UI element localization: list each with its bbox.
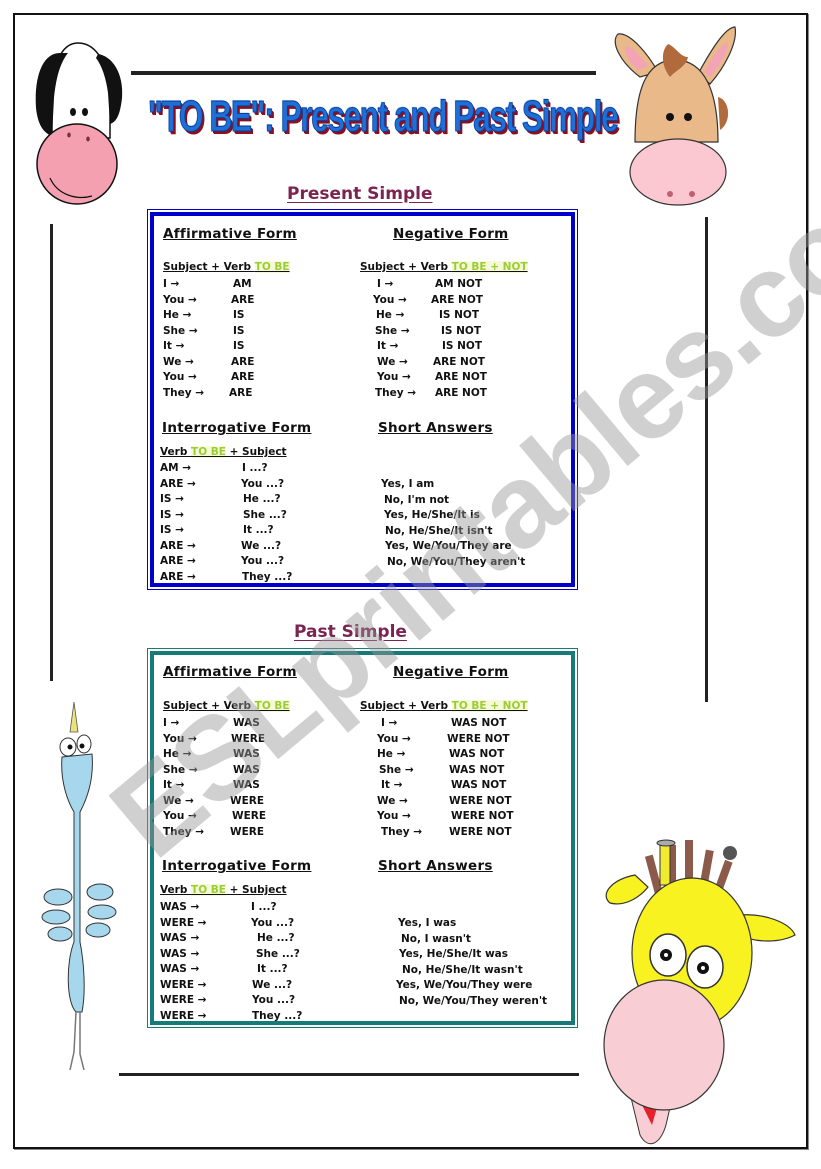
donkey-icon <box>614 26 737 206</box>
short-answers-header: Short Answers <box>378 420 493 436</box>
table-row: IS → She ...? <box>160 508 287 521</box>
table-row: They → ARE <box>163 386 253 399</box>
table-row: WAS → She ...? <box>160 947 300 960</box>
present-simple-box: Affirmative Form Subject + Verb TO BE I … <box>147 209 578 590</box>
table-row: I → AM NOT <box>377 278 483 290</box>
left-rule <box>50 224 53 681</box>
table-row: She → WAS NOT <box>379 763 505 776</box>
table-row: They → ARE NOT <box>375 386 487 399</box>
negative-formula: Subject + Verb TO BE + NOT <box>360 700 528 712</box>
affirmative-table: I → AM You → ARE He → IS She → IS It → IS We … <box>163 277 303 401</box>
table-row: It → IS <box>163 340 245 352</box>
page-title: "TO BE": Present and Past Simple <box>148 92 619 142</box>
table-row: You → WERE NOT <box>377 732 510 745</box>
interrogative-header: Interrogative Form <box>162 420 312 436</box>
past-simple-box: Affirmative Form Subject + Verb TO BE I … <box>147 648 578 1028</box>
list-item: Yes, He/She/It is <box>384 509 480 521</box>
interrogative-table: AM → I ...? ARE → You ...? IS → He ...? IS … <box>160 461 320 585</box>
table-row: You → ARE NOT <box>377 371 487 383</box>
short-answers-list: Yes, I was No, I wasn't Yes, He/She/It w… <box>396 916 547 1009</box>
interrogative-header: Interrogative Form <box>162 858 312 874</box>
table-row: You → WERE <box>163 732 266 745</box>
table-row: I → AM <box>163 278 252 290</box>
table-row: ARE → You ...? <box>160 477 285 490</box>
short-answers-list: Yes, I am No, I'm not Yes, He/She/It is … <box>381 477 525 570</box>
interrogative-table: WAS → I ...? WERE → You ...? WAS → He ...? … <box>160 900 330 1024</box>
table-row: It → WAS NOT <box>381 779 507 791</box>
affirmative-formula: Subject + Verb TO BE <box>163 261 290 273</box>
list-item: Yes, We/You/They were <box>396 979 533 991</box>
table-row: ARE → You ...? <box>160 555 285 567</box>
list-item: Yes, We/You/They are <box>385 540 512 552</box>
bottom-rule <box>119 1073 579 1076</box>
table-row: AM → I ...? <box>160 462 268 474</box>
cow-icon <box>35 42 123 205</box>
table-row: IS → He ...? <box>160 493 281 505</box>
table-row: You → ARE <box>163 371 255 383</box>
present-simple-title: Present Simple <box>287 184 433 204</box>
table-row: They → WERE <box>163 825 265 838</box>
table-row: He → WAS <box>163 748 260 760</box>
list-item: Yes, I was <box>398 917 457 929</box>
table-row: You → WERE <box>163 810 267 822</box>
affirmative-header: Affirmative Form <box>163 664 297 680</box>
table-row: He → IS <box>163 309 245 321</box>
table-row: IS → It ...? <box>160 524 274 536</box>
table-row: I → WAS <box>163 717 260 729</box>
table-row: I → WAS NOT <box>381 717 507 729</box>
table-row: She → IS <box>163 324 245 337</box>
list-item: No, I wasn't <box>401 932 471 945</box>
short-answers-header: Short Answers <box>378 858 493 874</box>
table-row: ARE → We ...? <box>160 539 282 552</box>
list-item: No, We/You/They aren't <box>387 555 526 568</box>
negative-table: I → WAS NOT You → WERE NOT He → WAS NOT She… <box>377 716 527 840</box>
list-item: No, He/She/It isn't <box>385 524 493 537</box>
table-row: WERE → You ...? <box>160 994 296 1006</box>
negative-header: Negative Form <box>393 664 509 680</box>
negative-formula: Subject + Verb TO BE + NOT <box>360 261 528 273</box>
table-row: WAS → I ...? <box>160 901 277 913</box>
list-item: Yes, I am <box>381 478 435 490</box>
giraffe-icon <box>603 839 796 1145</box>
list-item: No, I'm not <box>384 493 450 506</box>
list-item: No, We/You/They weren't <box>399 994 548 1007</box>
past-simple-title: Past Simple <box>294 622 407 642</box>
affirmative-formula: Subject + Verb TO BE <box>163 700 290 712</box>
table-row: She → WAS <box>163 763 260 776</box>
table-row: ARE → They ...? <box>160 570 293 583</box>
table-row: It → IS NOT <box>377 340 483 352</box>
interrogative-formula: Verb TO BE + Subject <box>160 446 287 458</box>
negative-table: I → AM NOT You → ARE NOT He → IS NOT She → I… <box>373 277 523 401</box>
list-item: Yes, He/She/It was <box>399 948 509 960</box>
bird-icon <box>41 702 117 1071</box>
right-rule <box>705 217 708 702</box>
table-row: WERE → We ...? <box>160 978 293 991</box>
affirmative-header: Affirmative Form <box>163 226 297 242</box>
table-row: He → IS NOT <box>376 309 480 321</box>
table-row: WERE → They ...? <box>160 1009 303 1022</box>
table-row: WAS → He ...? <box>160 932 295 944</box>
table-row: She → IS NOT <box>375 324 482 337</box>
interrogative-formula: Verb TO BE + Subject <box>160 884 287 896</box>
table-row: You → ARE <box>163 293 255 306</box>
table-row: We → ARE NOT <box>377 355 485 368</box>
table-row: We → WERE NOT <box>377 794 512 807</box>
top-rule <box>131 71 596 75</box>
table-row: WAS → It ...? <box>160 963 288 975</box>
table-row: We → WERE <box>163 794 265 807</box>
table-row: You → WERE NOT <box>377 810 514 822</box>
table-row: It → WAS <box>163 779 260 791</box>
table-row: He → WAS NOT <box>377 748 505 760</box>
list-item: No, He/She/It wasn't <box>402 963 523 976</box>
negative-header: Negative Form <box>393 226 509 242</box>
table-row: We → ARE <box>163 355 255 368</box>
table-row: You → ARE NOT <box>373 293 483 306</box>
table-row: WERE → You ...? <box>160 916 295 929</box>
affirmative-table: I → WAS You → WERE He → WAS She → WAS It → WA… <box>163 716 303 840</box>
table-row: They → WERE NOT <box>381 825 512 838</box>
